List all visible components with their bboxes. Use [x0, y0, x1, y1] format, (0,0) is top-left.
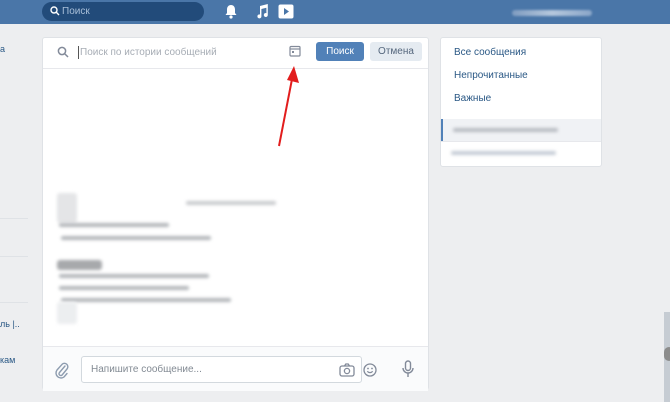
- nav-divider: [0, 218, 28, 219]
- global-search[interactable]: Поиск: [42, 2, 204, 21]
- global-search-placeholder: Поиск: [62, 6, 90, 17]
- history-search-bar: Поиск Отмена: [43, 38, 428, 69]
- filter-important[interactable]: Важные: [454, 93, 491, 104]
- smile-icon[interactable]: [363, 363, 377, 380]
- search-icon: [57, 46, 69, 61]
- avatar[interactable]: [664, 347, 670, 361]
- chat-card: Поиск Отмена: [42, 37, 429, 391]
- left-nav-item[interactable]: а: [0, 44, 5, 54]
- top-bar: Поиск: [0, 0, 670, 24]
- video-play-icon[interactable]: [278, 4, 294, 22]
- blurred-avatar: [57, 302, 77, 324]
- blurred-conversation-name: [453, 128, 558, 132]
- left-nav-item[interactable]: ль |..: [0, 319, 20, 329]
- text-cursor: [78, 46, 79, 59]
- user-name-blurred[interactable]: [512, 10, 592, 16]
- camera-icon[interactable]: [339, 363, 355, 380]
- panel-divider: [441, 141, 601, 142]
- search-button[interactable]: Поиск: [316, 42, 364, 61]
- music-note-icon[interactable]: [256, 4, 269, 22]
- blurred-message: [61, 298, 231, 302]
- blurred-avatar: [57, 260, 102, 270]
- nav-divider: [0, 256, 28, 257]
- bell-icon[interactable]: [224, 4, 238, 22]
- left-nav-item[interactable]: кам: [0, 355, 15, 365]
- paperclip-icon[interactable]: [55, 361, 69, 382]
- calendar-icon[interactable]: [289, 45, 301, 60]
- filter-unread[interactable]: Непрочитанные: [454, 70, 528, 81]
- blurred-avatar: [57, 193, 77, 223]
- message-composer: [43, 346, 428, 391]
- conversation-item-selected[interactable]: [441, 119, 601, 141]
- blurred-message: [61, 236, 211, 240]
- message-input[interactable]: [91, 362, 321, 377]
- search-icon: [50, 6, 60, 19]
- cancel-button[interactable]: Отмена: [370, 42, 422, 61]
- blurred-conversation-name[interactable]: [451, 151, 556, 155]
- history-search-input[interactable]: [80, 44, 270, 61]
- blurred-message: [59, 286, 189, 290]
- nav-divider: [0, 302, 28, 303]
- filter-panel: Все сообщения Непрочитанные Важные: [440, 37, 602, 167]
- blurred-message: [186, 201, 276, 205]
- blurred-message: [59, 274, 209, 278]
- microphone-icon[interactable]: [402, 360, 414, 381]
- annotation-arrow: [278, 66, 299, 147]
- message-input-field[interactable]: [81, 356, 377, 383]
- blurred-message: [59, 223, 169, 227]
- filter-all-messages[interactable]: Все сообщения: [454, 47, 526, 58]
